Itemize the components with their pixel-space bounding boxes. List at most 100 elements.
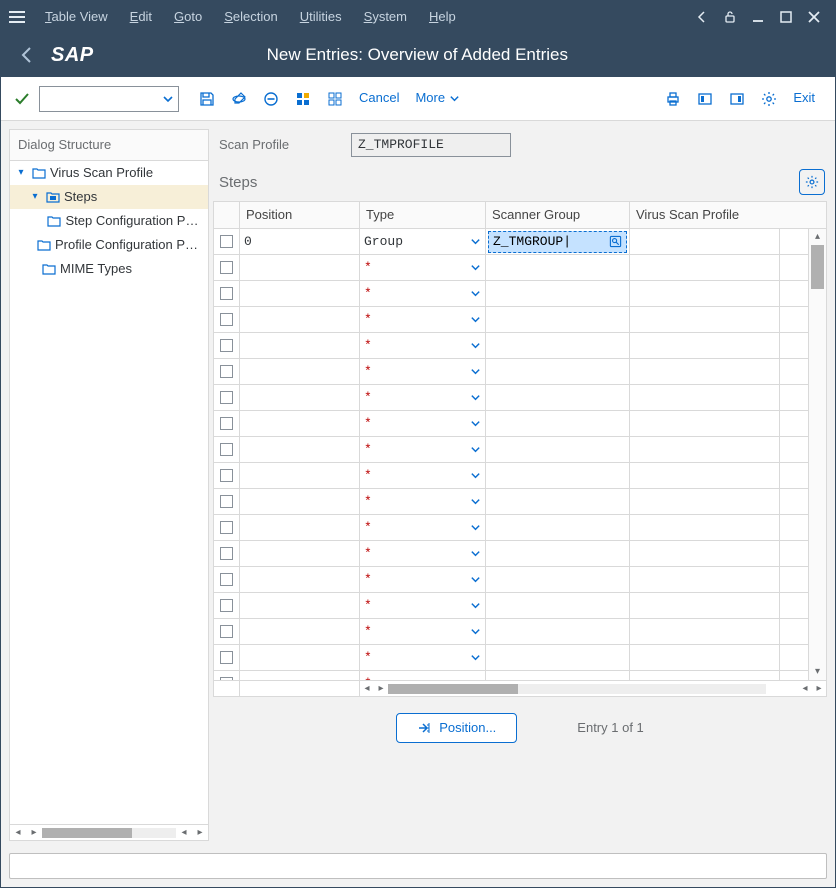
scanner-group-cell[interactable] xyxy=(486,255,630,280)
table-row[interactable]: * xyxy=(214,541,808,567)
chevron-left-icon[interactable] xyxy=(693,8,711,26)
type-cell[interactable]: * xyxy=(360,359,486,384)
scanner-group-cell[interactable] xyxy=(486,307,630,332)
exit-button[interactable]: Exit xyxy=(785,85,823,113)
lock-open-icon[interactable] xyxy=(721,8,739,26)
virus-scan-profile-cell[interactable] xyxy=(630,411,780,436)
scanner-group-cell[interactable] xyxy=(486,593,630,618)
scanner-group-cell[interactable] xyxy=(486,333,630,358)
virus-scan-profile-cell[interactable] xyxy=(630,593,780,618)
position-cell[interactable] xyxy=(240,255,360,280)
type-cell[interactable]: * xyxy=(360,645,486,670)
type-cell[interactable]: * xyxy=(360,385,486,410)
type-cell[interactable]: * xyxy=(360,619,486,644)
table-row[interactable]: * xyxy=(214,307,808,333)
virus-scan-profile-cell[interactable] xyxy=(630,307,780,332)
table-row[interactable]: * xyxy=(214,671,808,680)
settings-icon[interactable] xyxy=(755,85,783,113)
type-cell[interactable]: * xyxy=(360,567,486,592)
row-select-checkbox[interactable] xyxy=(220,677,233,680)
row-select-checkbox[interactable] xyxy=(220,547,233,560)
position-cell[interactable] xyxy=(240,307,360,332)
select-block-icon[interactable] xyxy=(321,85,349,113)
scanner-group-cell[interactable] xyxy=(486,671,630,680)
row-select-checkbox[interactable] xyxy=(220,495,233,508)
table-hscroll[interactable]: ◂▸ ◂▸ xyxy=(214,680,826,696)
save-icon[interactable] xyxy=(193,85,221,113)
row-select-checkbox[interactable] xyxy=(220,521,233,534)
virus-scan-profile-cell[interactable] xyxy=(630,255,780,280)
delete-icon[interactable] xyxy=(257,85,285,113)
position-cell[interactable] xyxy=(240,645,360,670)
close-icon[interactable] xyxy=(805,8,823,26)
virus-scan-profile-cell[interactable] xyxy=(630,619,780,644)
row-select-checkbox[interactable] xyxy=(220,261,233,274)
menu-edit[interactable]: Edit xyxy=(120,4,162,30)
table-row[interactable]: * xyxy=(214,437,808,463)
table-row[interactable]: 0GroupZ_TMGROUP| xyxy=(214,229,808,255)
app-menu-icon[interactable] xyxy=(9,11,25,23)
scanner-group-cell[interactable] xyxy=(486,489,630,514)
cancel-button[interactable]: Cancel xyxy=(351,85,407,113)
scanner-group-cell[interactable] xyxy=(486,463,630,488)
table-vscroll[interactable]: ▴ ▾ xyxy=(808,229,826,680)
row-select-checkbox[interactable] xyxy=(220,313,233,326)
type-cell[interactable]: * xyxy=(360,515,486,540)
scanner-group-cell[interactable] xyxy=(486,281,630,306)
type-cell[interactable]: * xyxy=(360,541,486,566)
virus-scan-profile-cell[interactable] xyxy=(630,359,780,384)
search-help-icon[interactable] xyxy=(609,235,622,248)
col-scanner-group[interactable]: Scanner Group xyxy=(486,202,630,228)
scanner-group-cell[interactable]: Z_TMGROUP| xyxy=(486,229,630,254)
scanner-group-cell[interactable] xyxy=(486,437,630,462)
type-cell[interactable]: * xyxy=(360,437,486,462)
row-select-checkbox[interactable] xyxy=(220,469,233,482)
tree-node-virus-scan-profile[interactable]: ▾ Virus Scan Profile xyxy=(10,161,208,185)
table-row[interactable]: * xyxy=(214,463,808,489)
virus-scan-profile-cell[interactable] xyxy=(630,489,780,514)
table-row[interactable]: * xyxy=(214,645,808,671)
menu-selection[interactable]: Selection xyxy=(214,4,287,30)
virus-scan-profile-cell[interactable] xyxy=(630,281,780,306)
type-cell[interactable]: * xyxy=(360,593,486,618)
virus-scan-profile-cell[interactable] xyxy=(630,645,780,670)
table-settings-button[interactable] xyxy=(799,169,825,195)
scanner-group-cell[interactable] xyxy=(486,385,630,410)
back-button[interactable] xyxy=(13,41,41,69)
table-row[interactable]: * xyxy=(214,593,808,619)
table-row[interactable]: * xyxy=(214,567,808,593)
find-next-icon[interactable] xyxy=(723,85,751,113)
table-row[interactable]: * xyxy=(214,333,808,359)
tree-hscroll[interactable]: ◂▸ ◂▸ xyxy=(10,824,208,840)
row-select-checkbox[interactable] xyxy=(220,599,233,612)
scanner-group-cell[interactable] xyxy=(486,645,630,670)
position-cell[interactable] xyxy=(240,489,360,514)
position-cell[interactable] xyxy=(240,567,360,592)
virus-scan-profile-cell[interactable] xyxy=(630,671,780,680)
col-type[interactable]: Type xyxy=(360,202,486,228)
position-cell[interactable] xyxy=(240,671,360,680)
ok-button[interactable] xyxy=(13,90,31,108)
command-field[interactable] xyxy=(39,86,179,112)
menu-utilities[interactable]: Utilities xyxy=(290,4,352,30)
type-cell[interactable]: * xyxy=(360,671,486,680)
col-virus-scan-profile[interactable]: Virus Scan Profile xyxy=(630,202,780,228)
table-row[interactable]: * xyxy=(214,619,808,645)
row-select-checkbox[interactable] xyxy=(220,235,233,248)
row-select-checkbox[interactable] xyxy=(220,287,233,300)
type-cell[interactable]: * xyxy=(360,489,486,514)
type-cell[interactable]: * xyxy=(360,281,486,306)
tree-node-step-config[interactable]: Step Configuration Parameters xyxy=(10,209,208,233)
status-message-field[interactable] xyxy=(9,853,827,879)
row-select-checkbox[interactable] xyxy=(220,365,233,378)
position-cell[interactable] xyxy=(240,411,360,436)
virus-scan-profile-cell[interactable] xyxy=(630,333,780,358)
type-cell[interactable]: Group xyxy=(360,229,486,254)
scanner-group-cell[interactable] xyxy=(486,515,630,540)
more-button[interactable]: More xyxy=(407,85,468,113)
position-cell[interactable] xyxy=(240,281,360,306)
virus-scan-profile-cell[interactable] xyxy=(630,437,780,462)
tree-node-steps[interactable]: ▾ Steps xyxy=(10,185,208,209)
virus-scan-profile-cell[interactable] xyxy=(630,567,780,592)
col-position[interactable]: Position xyxy=(240,202,360,228)
